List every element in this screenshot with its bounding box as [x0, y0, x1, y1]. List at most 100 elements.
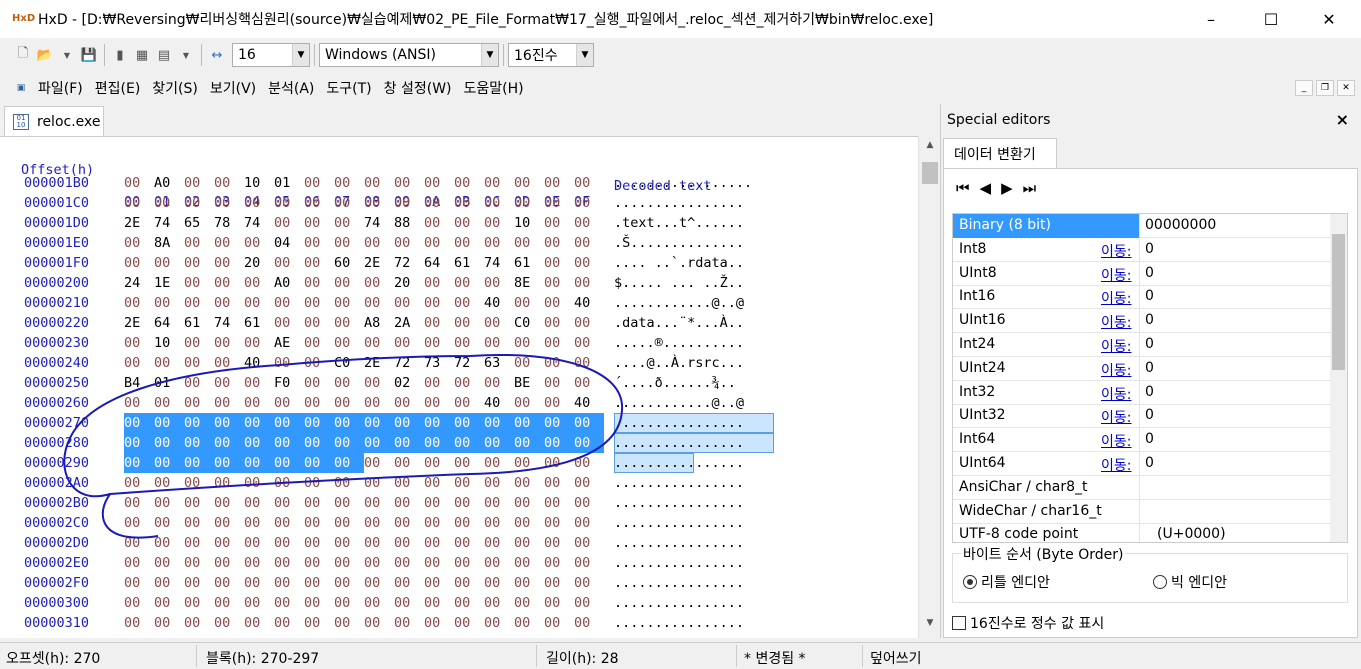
hex-byte[interactable]: 00 [394, 593, 424, 613]
hex-byte[interactable]: 00 [274, 353, 304, 373]
hex-byte[interactable]: 2E [124, 313, 154, 333]
jump-link[interactable]: 이동: [1101, 241, 1131, 261]
hex-byte[interactable]: 00 [424, 513, 454, 533]
hex-row[interactable]: 000002D0 00 00 00 00 00 00 00 00 00 00 00 00 00 00 00 00… [0, 533, 918, 553]
decoded-text[interactable]: .....®.......... [614, 333, 774, 353]
hex-byte[interactable]: 00 [124, 553, 154, 573]
hex-byte[interactable]: 00 [454, 493, 484, 513]
hex-byte[interactable]: 00 [454, 413, 484, 433]
hex-byte[interactable]: 00 [334, 613, 364, 633]
hex-byte[interactable]: 00 [574, 493, 604, 513]
hex-byte[interactable]: 00 [124, 293, 154, 313]
hex-byte[interactable]: 00 [514, 393, 544, 413]
hex-byte[interactable]: 00 [154, 513, 184, 533]
hex-byte[interactable]: 00 [184, 173, 214, 193]
hex-byte[interactable]: 00 [544, 253, 574, 273]
hex-row[interactable]: 00000270 00 00 00 00 00 00 00 00 00 00 00 00 00 00 00 00… [0, 413, 918, 433]
inspector-row[interactable]: UInt24 이동: 0 [953, 356, 1331, 381]
hex-byte[interactable]: 00 [334, 593, 364, 613]
hex-byte[interactable]: 00 [454, 233, 484, 253]
hex-byte[interactable]: 00 [514, 353, 544, 373]
hex-byte[interactable]: 00 [184, 533, 214, 553]
maximize-button[interactable]: ☐ [1248, 0, 1294, 38]
hex-byte[interactable]: 72 [454, 353, 484, 373]
hex-byte[interactable]: 00 [454, 333, 484, 353]
hex-byte[interactable]: 00 [364, 593, 394, 613]
hex-byte[interactable]: 00 [544, 233, 574, 253]
hex-row[interactable]: 000001E0 00 8A 00 00 00 04 00 00 00 00 00 00 00 00 00 00… [0, 233, 918, 253]
hex-byte[interactable]: 00 [214, 173, 244, 193]
inspector-row[interactable]: Int8 이동: 0 [953, 237, 1331, 262]
hex-byte[interactable]: B4 [124, 373, 154, 393]
hex-byte[interactable]: 00 [454, 553, 484, 573]
decoded-text[interactable]: .Š.............. [614, 233, 774, 253]
menu-file[interactable]: 파일(F) [32, 78, 89, 98]
hex-byte[interactable]: 00 [334, 413, 364, 433]
hex-byte[interactable]: 00 [484, 273, 514, 293]
hex-row[interactable]: 000002B0 00 00 00 00 00 00 00 00 00 00 00 00 00 00 00 00… [0, 493, 918, 513]
hex-byte[interactable]: 2A [394, 313, 424, 333]
inspector-row[interactable]: Int16 이동: 0 [953, 285, 1331, 310]
inspector-value[interactable]: 00000000 [1145, 217, 1216, 233]
hex-row[interactable]: 00000240 00 00 00 00 40 00 00 C0 2E 72 73 72 63 00 00 00… [0, 353, 918, 373]
hex-byte[interactable]: 00 [124, 333, 154, 353]
hex-byte[interactable]: 00 [514, 293, 544, 313]
hex-byte[interactable]: 00 [424, 193, 454, 213]
hex-byte[interactable]: 00 [484, 553, 514, 573]
hex-byte[interactable]: 00 [544, 593, 574, 613]
hex-byte[interactable]: 00 [484, 513, 514, 533]
hex-byte[interactable]: 00 [184, 513, 214, 533]
hex-byte[interactable]: 00 [334, 233, 364, 253]
hex-byte[interactable]: 00 [544, 373, 574, 393]
hex-byte[interactable]: 00 [544, 533, 574, 553]
hex-row[interactable]: 00000310 00 00 00 00 00 00 00 00 00 00 00 00 00 00 00 00… [0, 613, 918, 633]
hex-byte[interactable]: 10 [514, 213, 544, 233]
menu-search[interactable]: 찾기(S) [146, 78, 204, 98]
hex-byte[interactable]: 00 [274, 393, 304, 413]
hex-byte[interactable]: 00 [124, 593, 154, 613]
hex-byte[interactable]: 00 [484, 193, 514, 213]
hex-byte[interactable]: 00 [154, 353, 184, 373]
menu-analysis[interactable]: 분석(A) [262, 78, 320, 98]
open-disk-image-icon[interactable]: ▤ [153, 44, 175, 66]
hex-byte[interactable]: 00 [124, 513, 154, 533]
hex-byte[interactable]: 00 [544, 193, 574, 213]
hex-byte[interactable]: 00 [364, 573, 394, 593]
hex-byte[interactable]: 00 [424, 333, 454, 353]
hex-byte[interactable]: 00 [214, 453, 244, 473]
hex-byte[interactable]: 00 [244, 233, 274, 253]
hex-byte[interactable]: 00 [244, 393, 274, 413]
hex-byte[interactable]: 74 [484, 253, 514, 273]
hex-row[interactable]: 000001D0 2E 74 65 78 74 00 00 00 74 88 00 00 00 10 00 00… [0, 213, 918, 233]
hex-byte[interactable]: 2E [124, 213, 154, 233]
close-button[interactable]: ✕ [1306, 0, 1352, 38]
hex-byte[interactable]: 00 [244, 293, 274, 313]
hex-byte[interactable]: 00 [184, 473, 214, 493]
hex-byte[interactable]: 00 [574, 213, 604, 233]
hex-byte[interactable]: 00 [334, 473, 364, 493]
hex-byte[interactable]: 00 [544, 473, 574, 493]
hex-byte[interactable]: 00 [304, 573, 334, 593]
hex-byte[interactable]: 61 [454, 253, 484, 273]
hex-byte[interactable]: 00 [544, 493, 574, 513]
hex-byte[interactable]: 00 [304, 213, 334, 233]
hex-byte[interactable]: 00 [304, 493, 334, 513]
decoded-text[interactable]: ................ [614, 593, 774, 613]
hex-byte[interactable]: 00 [214, 193, 244, 213]
hex-byte[interactable]: 00 [424, 493, 454, 513]
hex-scrollbar[interactable]: ▲ ▼ [918, 136, 940, 638]
inspector-row[interactable]: Int24 이동: 0 [953, 333, 1331, 357]
hex-byte[interactable]: 00 [124, 433, 154, 453]
decoded-text[interactable]: ................ [614, 573, 774, 593]
hex-byte[interactable]: 00 [334, 553, 364, 573]
hex-byte[interactable]: 00 [154, 613, 184, 633]
hex-byte[interactable]: 00 [574, 353, 604, 373]
hex-byte[interactable]: 20 [394, 273, 424, 293]
hex-row[interactable]: 000001F0 00 00 00 00 20 00 00 60 2E 72 64 61 74 61 00 00… [0, 253, 918, 273]
hex-byte[interactable]: 00 [214, 593, 244, 613]
hex-byte[interactable]: A0 [274, 273, 304, 293]
hex-byte[interactable]: 00 [244, 333, 274, 353]
hex-byte[interactable]: 00 [544, 293, 574, 313]
hex-byte[interactable]: 00 [514, 593, 544, 613]
hex-byte[interactable]: 00 [124, 393, 154, 413]
